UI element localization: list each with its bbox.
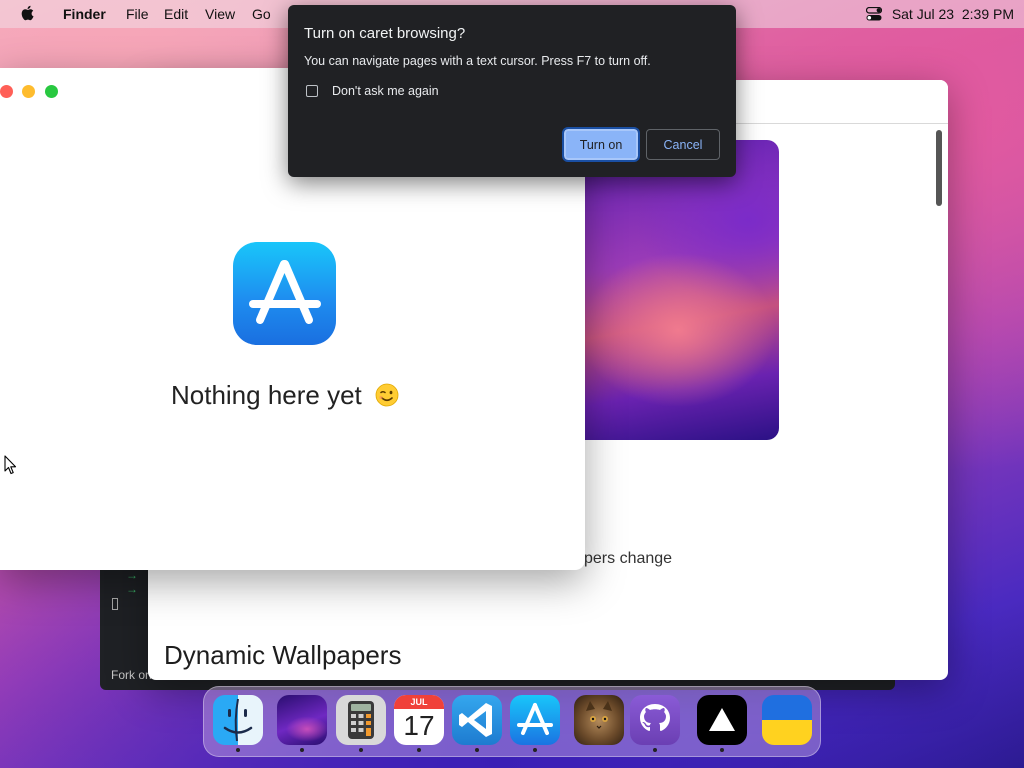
section-title: Dynamic Wallpapers [164,640,402,670]
vercel-triangle-icon[interactable] [697,695,747,745]
wallpaper-preview-image[interactable] [568,140,779,440]
control-center-icon[interactable] [865,7,882,21]
finder-icon[interactable] [213,695,263,745]
app-store-icon [233,242,336,345]
menu-datetime[interactable]: Sat Jul 23 2:39 PM [892,6,1014,22]
running-indicator [720,748,724,752]
dialog-title: Turn on caret browsing? [304,25,466,42]
running-indicator [653,748,657,752]
running-indicator [236,748,240,752]
menu-file[interactable]: File [126,6,149,22]
caret-browsing-dialog: Turn on caret browsing? You can navigate… [288,5,736,177]
menu-view[interactable]: View [205,6,235,22]
wallpaper-app-icon[interactable] [277,695,327,745]
menu-go[interactable]: Go [252,6,271,22]
running-indicator [475,748,479,752]
winking-face-icon [375,383,399,407]
prompt-arrow-icon: → [126,582,138,596]
running-indicator [417,748,421,752]
dont-ask-again-checkbox[interactable] [306,85,318,97]
github-icon[interactable] [630,695,680,745]
vscode-icon[interactable] [452,695,502,745]
empty-state-message: Nothing here yet [0,380,570,411]
running-indicator [300,748,304,752]
close-window-button[interactable] [0,85,13,98]
calendar-day: 17 [403,710,435,741]
dont-ask-again-label[interactable]: Don't ask me again [332,84,439,98]
wallpaper-caption: pers change [584,550,673,567]
ukraine-flag-icon[interactable] [762,695,812,745]
dialog-message: You can navigate pages with a text curso… [304,54,651,68]
mouse-pointer-icon [4,455,17,475]
cat-photo-app-icon[interactable] [574,695,624,745]
menu-app-name[interactable]: Finder [63,6,106,22]
scrollbar-thumb[interactable] [936,130,942,206]
prompt-arrow-icon: → [126,568,138,582]
empty-state-text: Nothing here yet [170,380,362,410]
menu-edit[interactable]: Edit [164,6,188,22]
running-indicator [533,748,537,752]
terminal-footer-text: Fork on [111,668,152,682]
app-store-icon[interactable] [510,695,560,745]
cancel-button[interactable]: Cancel [646,129,720,160]
text-cursor-block [112,598,118,610]
dock: JUL 17 [203,686,821,757]
running-indicator [359,748,363,752]
zoom-window-button[interactable] [45,85,58,98]
minimize-window-button[interactable] [22,85,35,98]
calendar-month: JUL [394,695,444,709]
calculator-icon[interactable] [336,695,386,745]
apple-menu-icon[interactable] [20,4,36,22]
turn-on-button[interactable]: Turn on [562,127,640,162]
calendar-icon[interactable]: JUL 17 [394,695,444,745]
